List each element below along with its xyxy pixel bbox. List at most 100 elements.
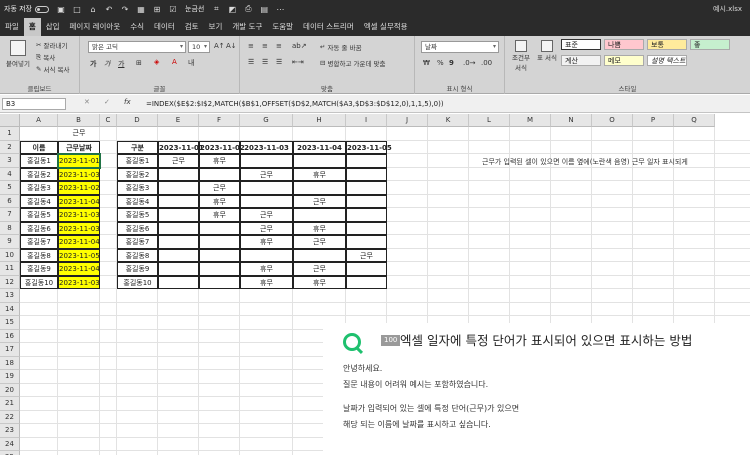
phonetic-icon[interactable]: 내 xyxy=(188,58,194,68)
menu-tab-8[interactable]: 개발 도구 xyxy=(227,18,267,36)
schedule-cell[interactable] xyxy=(346,154,387,168)
row-header-5[interactable]: 5 xyxy=(0,181,20,195)
schedule-cell[interactable]: 홍길동8 xyxy=(117,248,158,262)
schedule-cell[interactable] xyxy=(158,194,199,208)
align-bottom-icon[interactable]: ≡ xyxy=(276,42,282,50)
schedule-cell[interactable]: 근무 xyxy=(293,262,346,276)
schedule-cell[interactable]: 홍길동1 xyxy=(117,154,158,168)
schedule-cell[interactable]: 근무 xyxy=(199,181,240,195)
schedule-cell[interactable]: 홍길동6 xyxy=(117,221,158,235)
schedule-cell[interactable] xyxy=(240,248,293,262)
redo-icon[interactable]: ↷ xyxy=(120,4,130,14)
font-size-select[interactable]: 10 ▾ xyxy=(188,41,210,53)
schedule-cell[interactable]: 근무 xyxy=(346,248,387,262)
indent-icon[interactable]: ⇤⇥ xyxy=(292,58,304,66)
schedule-cell[interactable]: 홍길동5 xyxy=(117,208,158,222)
row-header-23[interactable]: 23 xyxy=(0,424,20,438)
border-icon[interactable]: ⊞ xyxy=(152,4,162,14)
row-header-17[interactable]: 17 xyxy=(0,343,20,357)
schedule-cell[interactable]: 휴무 xyxy=(240,275,293,289)
cell-style-1[interactable]: 나쁨 xyxy=(604,39,644,50)
cell-style-5[interactable]: 메모 xyxy=(604,55,644,66)
work-date-cell[interactable]: 2023-11-03 xyxy=(58,221,100,235)
schedule-cell[interactable] xyxy=(346,235,387,249)
conditional-format-button[interactable]: 조건부 서식 xyxy=(509,40,533,72)
schedule-cell[interactable] xyxy=(158,235,199,249)
schedule-cell[interactable] xyxy=(240,181,293,195)
row-header-15[interactable]: 15 xyxy=(0,316,20,330)
cell-style-0[interactable]: 표준 xyxy=(561,39,601,50)
bold-button[interactable]: 가 xyxy=(90,59,96,69)
format-as-table-button[interactable]: 표 서식 xyxy=(535,40,559,62)
schedule-header[interactable]: 2023-11-05 xyxy=(346,140,392,154)
cancel-icon[interactable]: ✕ xyxy=(84,98,90,106)
menu-tab-3[interactable]: 페이지 레이아웃 xyxy=(65,18,126,36)
formula-input[interactable]: =INDEX($E$2:$I$2,MATCH($B$1,OFFSET($D$2,… xyxy=(146,98,746,110)
schedule-cell[interactable] xyxy=(346,208,387,222)
schedule-cell[interactable] xyxy=(199,221,240,235)
more-icon[interactable]: ⋯ xyxy=(275,4,285,14)
row-header-11[interactable]: 11 xyxy=(0,262,20,276)
schedule-header[interactable]: 2023-11-01 xyxy=(158,140,204,154)
row-header-10[interactable]: 10 xyxy=(0,248,20,262)
wrap-text-button[interactable]: ↵ 자동 줄 바꿈 xyxy=(320,42,362,52)
column-header-E[interactable]: E xyxy=(158,114,199,127)
row-header-18[interactable]: 18 xyxy=(0,356,20,370)
menu-tab-1[interactable]: 홈 xyxy=(23,18,41,36)
schedule-cell[interactable] xyxy=(158,167,199,181)
column-header-M[interactable]: M xyxy=(510,114,551,127)
schedule-cell[interactable]: 휴무 xyxy=(199,208,240,222)
row-header-8[interactable]: 8 xyxy=(0,221,20,235)
row-header-1[interactable]: 1 xyxy=(0,127,20,141)
schedule-cell[interactable]: 휴무 xyxy=(199,194,240,208)
schedule-cell[interactable]: 휴무 xyxy=(240,262,293,276)
row-header-4[interactable]: 4 xyxy=(0,167,20,181)
column-header-K[interactable]: K xyxy=(428,114,469,127)
column-header-C[interactable]: C xyxy=(100,114,117,127)
work-date-cell[interactable]: 2023-11-04 xyxy=(58,235,100,249)
menu-tab-4[interactable]: 수식 xyxy=(125,18,149,36)
format-painter-button[interactable]: ✎ 서식 복사 xyxy=(36,64,70,74)
underline-button[interactable]: 가 xyxy=(118,59,124,69)
schedule-cell[interactable]: 근무 xyxy=(158,154,199,168)
currency-icon[interactable]: ₩ xyxy=(423,59,430,67)
merge-center-button[interactable]: ⊟ 병합하고 가운데 맞춤 xyxy=(320,58,385,68)
work-date-cell[interactable]: 2023-11-03 xyxy=(58,208,100,222)
name-cell[interactable]: 홍길동6 xyxy=(20,221,58,235)
schedule-cell[interactable]: 근무 xyxy=(240,208,293,222)
name-cell[interactable]: 홍길동7 xyxy=(20,235,58,249)
schedule-cell[interactable]: 근무 xyxy=(240,167,293,181)
schedule-cell[interactable]: 홍길동10 xyxy=(117,275,158,289)
schedule-cell[interactable]: 근무 xyxy=(293,194,346,208)
work-date-cell[interactable]: 2023-11-03 xyxy=(58,275,100,289)
schedule-header[interactable]: 2023-11-02 xyxy=(199,140,245,154)
schedule-cell[interactable]: 근무 xyxy=(240,221,293,235)
schedule-cell[interactable] xyxy=(293,181,346,195)
row-header-9[interactable]: 9 xyxy=(0,235,20,249)
undo-icon[interactable]: ↶ xyxy=(104,4,114,14)
name-cell[interactable]: 홍길동4 xyxy=(20,194,58,208)
menu-tab-6[interactable]: 검토 xyxy=(180,18,204,36)
row-header-21[interactable]: 21 xyxy=(0,397,20,411)
insert-function-icon[interactable]: fx xyxy=(124,98,131,106)
new-file-icon[interactable]: □ xyxy=(72,4,82,14)
column-header-O[interactable]: O xyxy=(592,114,633,127)
header-work-date[interactable]: 근무날짜 xyxy=(58,140,100,154)
schedule-cell[interactable] xyxy=(293,154,346,168)
column-header-D[interactable]: D xyxy=(117,114,158,127)
schedule-cell[interactable] xyxy=(346,275,387,289)
work-date-cell[interactable]: 2023-11-04 xyxy=(58,194,100,208)
schedule-cell[interactable] xyxy=(293,208,346,222)
orientation-icon[interactable]: ab↗ xyxy=(292,42,307,50)
cell-b1[interactable]: 근무 xyxy=(58,127,100,141)
row-header-12[interactable]: 12 xyxy=(0,275,20,289)
menu-tab-0[interactable]: 파일 xyxy=(0,18,24,36)
work-date-cell[interactable]: 2023-11-05 xyxy=(58,248,100,262)
print-icon[interactable]: ⎙ xyxy=(243,4,253,14)
row-header-24[interactable]: 24 xyxy=(0,437,20,451)
border-icon[interactable]: ⊞ xyxy=(136,59,142,67)
schedule-header[interactable]: 구분 xyxy=(117,140,158,154)
column-header-N[interactable]: N xyxy=(551,114,592,127)
schedule-cell[interactable] xyxy=(346,181,387,195)
schedule-cell[interactable] xyxy=(240,194,293,208)
